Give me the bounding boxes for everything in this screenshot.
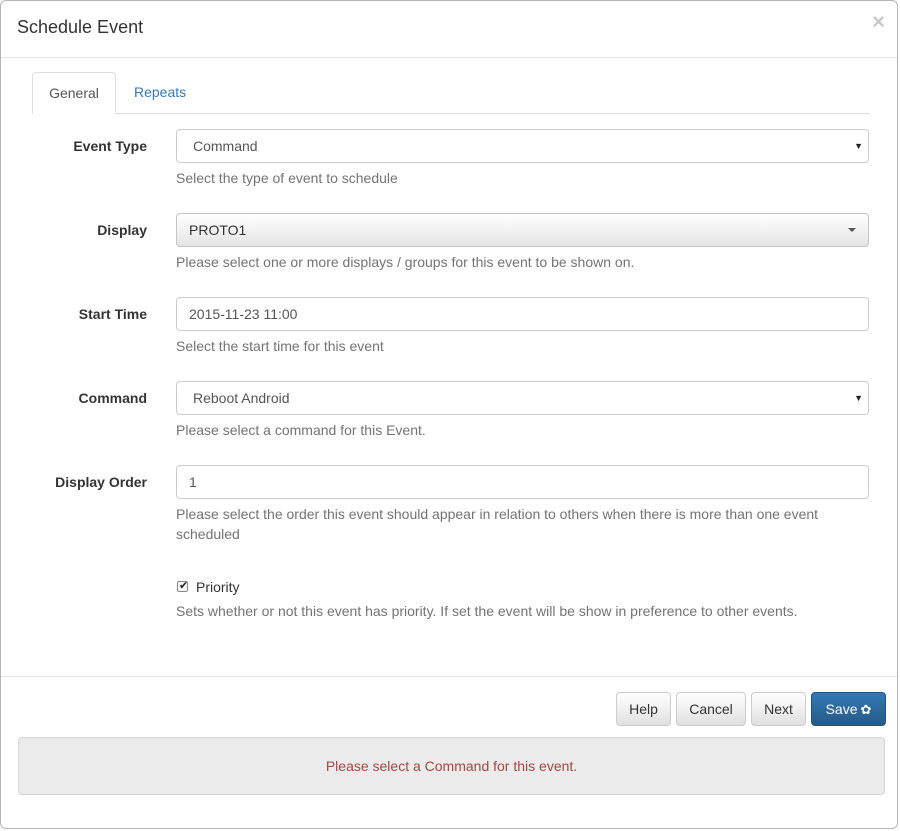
schedule-event-modal: Schedule Event × General Repeats Event T…: [0, 0, 898, 829]
display-order-input[interactable]: 1: [176, 465, 869, 499]
start-time-value: 2015-11-23 11:00: [189, 306, 298, 322]
save-button[interactable]: Save ✿: [811, 692, 886, 726]
display-order-help: Please select the order this event shoul…: [176, 506, 819, 542]
start-time-input[interactable]: 2015-11-23 11:00: [176, 297, 869, 331]
caret-down-icon: [848, 228, 856, 232]
display-help: Please select one or more displays / gro…: [176, 254, 635, 270]
modal-header: Schedule Event ×: [1, 1, 897, 58]
tab-bar: General Repeats: [32, 72, 870, 114]
error-alert: Please select a Command for this event.: [18, 737, 885, 795]
select-arrow-icon: ▼: [854, 141, 863, 151]
save-button-label: Save: [825, 701, 858, 717]
select-arrow-icon: ▼: [854, 393, 863, 403]
display-value: PROTO1: [189, 222, 247, 238]
display-order-value: 1: [189, 474, 197, 490]
modal-title: Schedule Event: [17, 17, 144, 37]
error-alert-message: Please select a Command for this event.: [325, 758, 578, 774]
checkmark-icon: ✔: [179, 580, 189, 592]
event-type-help: Select the type of event to schedule: [176, 170, 398, 186]
display-dropdown[interactable]: PROTO1: [176, 213, 869, 247]
command-value: Reboot Android: [193, 390, 290, 406]
command-help: Please select a command for this Event.: [176, 422, 426, 438]
tab-repeats[interactable]: Repeats: [118, 72, 202, 113]
event-type-value: Command: [193, 138, 258, 154]
command-label: Command: [78, 390, 147, 406]
tab-general[interactable]: General: [32, 72, 116, 114]
help-button[interactable]: Help: [616, 692, 671, 726]
display-label: Display: [97, 222, 147, 238]
gear-icon: ✿: [860, 702, 872, 717]
next-button[interactable]: Next: [751, 692, 806, 726]
priority-checkbox[interactable]: ✔: [177, 580, 189, 592]
priority-help: Sets whether or not this event has prior…: [176, 603, 798, 619]
priority-label: Priority: [196, 579, 240, 595]
footer-divider: [1, 676, 897, 677]
start-time-help: Select the start time for this event: [176, 338, 384, 354]
display-order-label: Display Order: [55, 474, 147, 490]
cancel-button[interactable]: Cancel: [676, 692, 746, 726]
close-icon[interactable]: ×: [872, 11, 885, 33]
event-type-label: Event Type: [73, 138, 147, 154]
event-type-select[interactable]: Command ▼: [176, 129, 869, 163]
start-time-label: Start Time: [78, 306, 147, 322]
command-select[interactable]: Reboot Android ▼: [176, 381, 869, 415]
